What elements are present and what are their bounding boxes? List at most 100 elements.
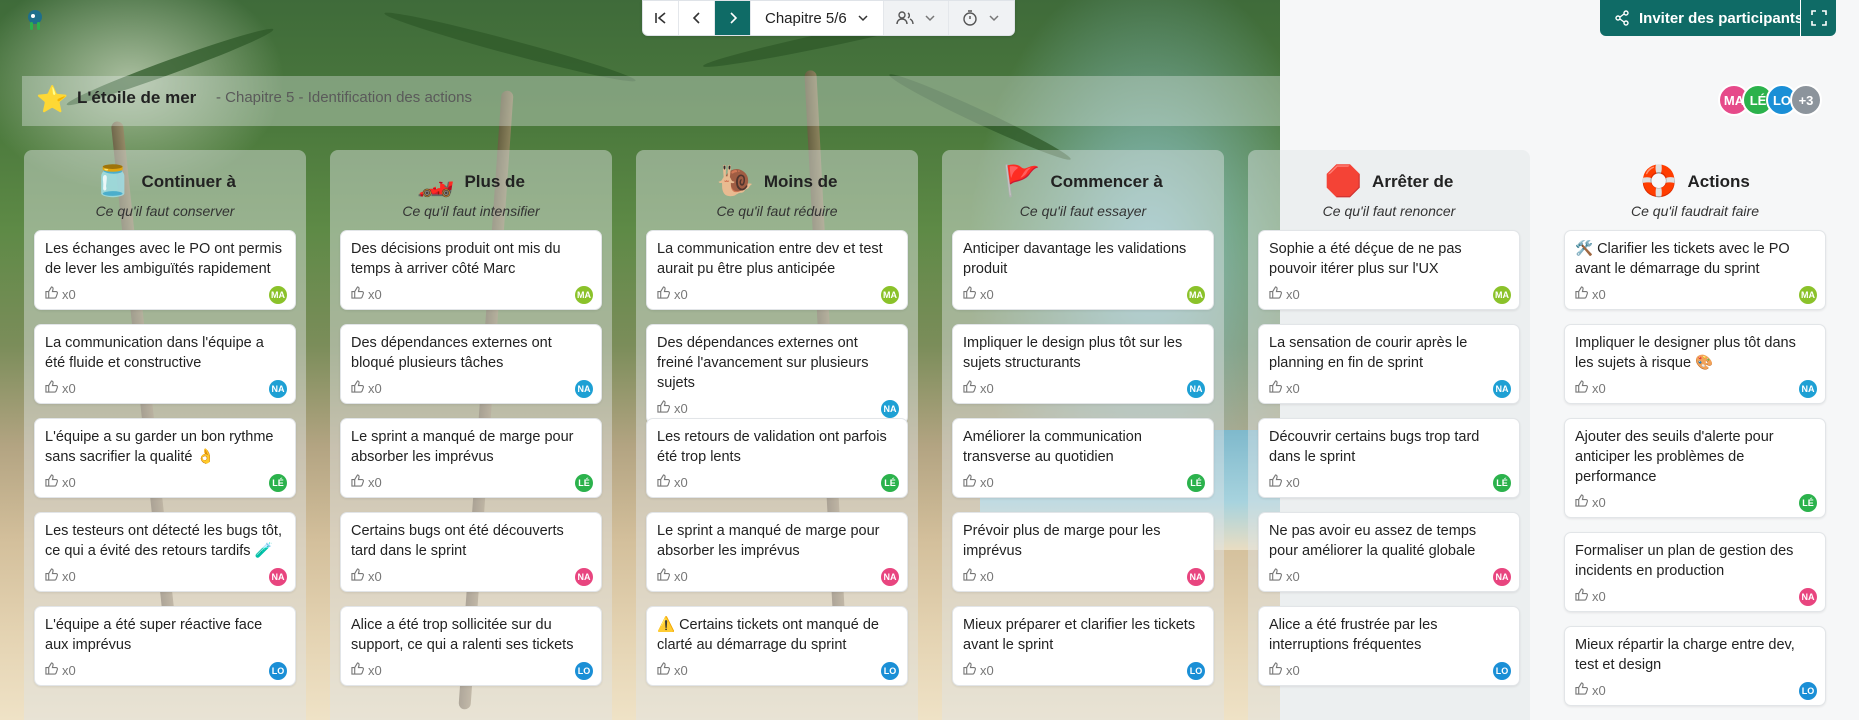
like-button[interactable]: x0 — [657, 473, 693, 491]
card[interactable]: Améliorer la communication transverse au… — [952, 418, 1214, 498]
card[interactable]: Certains bugs ont été découverts tard da… — [340, 512, 602, 592]
card-text: Alice a été frustrée par les interruptio… — [1269, 617, 1438, 653]
like-button[interactable]: x0 — [1269, 473, 1305, 491]
like-button[interactable]: x0 — [657, 399, 693, 417]
like-button[interactable]: x0 — [1575, 493, 1611, 511]
like-count: x0 — [980, 474, 994, 490]
card[interactable]: Les échanges avec le PO ont permis de le… — [34, 230, 296, 310]
like-button[interactable]: x0 — [1575, 285, 1611, 303]
card[interactable]: Ne pas avoir eu assez de temps pour amél… — [1258, 512, 1520, 592]
card[interactable]: Alice a été trop sollicitée sur du suppo… — [340, 606, 602, 686]
card[interactable]: Découvrir certains bugs trop tard dans l… — [1258, 418, 1520, 498]
like-count: x0 — [674, 474, 688, 490]
card-footer: x0 LÉ — [1575, 487, 1817, 517]
like-button[interactable]: x0 — [1269, 379, 1305, 397]
card[interactable]: Le sprint a manqué de marge pour absorbe… — [340, 418, 602, 498]
card[interactable]: Le sprint a manqué de marge pour absorbe… — [646, 512, 908, 592]
like-button[interactable]: x0 — [1269, 661, 1305, 679]
chapter-select[interactable]: Chapitre 5/6 — [751, 1, 884, 35]
like-button[interactable]: x0 — [351, 473, 387, 491]
like-button[interactable]: x0 — [657, 285, 693, 303]
card-author-avatar: LO — [1187, 662, 1205, 680]
share-icon — [1615, 10, 1629, 26]
card[interactable]: Prévoir plus de marge pour les imprévus x… — [952, 512, 1214, 592]
participant-avatars[interactable]: MA LÉ LO +3 — [1718, 84, 1822, 116]
card[interactable]: Des décisions produit ont mis du temps à… — [340, 230, 602, 310]
card[interactable]: 🛠️ Clarifier les tickets avec le PO avan… — [1564, 230, 1826, 310]
like-button[interactable]: x0 — [351, 567, 387, 585]
card[interactable]: Mieux préparer et clarifier les tickets … — [952, 606, 1214, 686]
card[interactable]: L'équipe a été super réactive face aux i… — [34, 606, 296, 686]
like-button[interactable]: x0 — [45, 661, 81, 679]
like-count: x0 — [1592, 588, 1606, 604]
card[interactable]: Les retours de validation ont parfois ét… — [646, 418, 908, 498]
like-button[interactable]: x0 — [45, 567, 81, 585]
card[interactable]: ⚠️ Certains tickets ont manqué de clarté… — [646, 606, 908, 686]
card[interactable]: La communication entre dev et test aurai… — [646, 230, 908, 310]
like-button[interactable]: x0 — [45, 379, 81, 397]
invite-participants-button[interactable]: Inviter des participants — [1600, 0, 1822, 36]
card[interactable]: Mieux répartir la charge entre dev, test… — [1564, 626, 1826, 706]
thumbs-up-icon — [45, 474, 58, 490]
more-participants-badge[interactable]: +3 — [1790, 84, 1822, 116]
column-2: 🐌 Moins de Ce qu'il faut réduire La communi… — [636, 150, 918, 720]
like-button[interactable]: x0 — [351, 285, 387, 303]
like-button[interactable]: x0 — [963, 379, 999, 397]
octopus-logo[interactable] — [24, 8, 46, 32]
thumbs-up-icon — [45, 662, 58, 678]
card[interactable]: Formaliser un plan de gestion des incide… — [1564, 532, 1826, 612]
column-header: 🫙 Continuer à — [24, 162, 306, 202]
card[interactable]: Alice a été frustrée par les interruptio… — [1258, 606, 1520, 686]
thumbs-up-icon — [1575, 494, 1588, 510]
card[interactable]: Impliquer le designer plus tôt dans les … — [1564, 324, 1826, 404]
like-count: x0 — [1592, 380, 1606, 396]
card[interactable]: Impliquer le design plus tôt sur les suj… — [952, 324, 1214, 404]
like-button[interactable]: x0 — [351, 379, 387, 397]
card[interactable]: Sophie a été déçue de ne pas pouvoir ité… — [1258, 230, 1520, 310]
like-button[interactable]: x0 — [1269, 567, 1305, 585]
previous-chapter-button[interactable] — [679, 1, 715, 35]
like-button[interactable]: x0 — [657, 567, 693, 585]
like-count: x0 — [1286, 380, 1300, 396]
card[interactable]: Des dépendances externes ont freiné l'av… — [646, 324, 908, 424]
like-button[interactable]: x0 — [351, 661, 387, 679]
participants-dropdown[interactable] — [883, 1, 949, 35]
column-title: Plus de — [464, 172, 525, 191]
session-subtitle: - Chapitre 5 - Identification des action… — [216, 89, 472, 106]
like-button[interactable]: x0 — [963, 473, 999, 491]
like-button[interactable]: x0 — [1575, 681, 1611, 699]
thumbs-up-icon — [963, 568, 976, 584]
first-page-icon — [654, 12, 666, 24]
like-count: x0 — [674, 286, 688, 302]
chevron-down-icon — [925, 15, 935, 22]
card-author-avatar: MA — [575, 286, 593, 304]
card[interactable]: Des dépendances externes ont bloqué plus… — [340, 324, 602, 404]
card[interactable]: Les testeurs ont détecté les bugs tôt, c… — [34, 512, 296, 592]
like-button[interactable]: x0 — [657, 661, 693, 679]
like-button[interactable]: x0 — [45, 285, 81, 303]
card-footer: x0 MA — [657, 279, 899, 309]
card-text: Mieux préparer et clarifier les tickets … — [963, 617, 1196, 653]
like-button[interactable]: x0 — [45, 473, 81, 491]
like-button[interactable]: x0 — [1575, 379, 1611, 397]
like-button[interactable]: x0 — [963, 661, 999, 679]
thumbs-up-icon — [1269, 474, 1282, 490]
card[interactable]: L'équipe a su garder un bon rythme sans … — [34, 418, 296, 498]
first-chapter-button[interactable] — [643, 1, 679, 35]
like-button[interactable]: x0 — [963, 285, 999, 303]
next-chapter-button[interactable] — [715, 1, 751, 35]
timer-dropdown[interactable] — [948, 1, 1014, 35]
card-text: La communication entre dev et test aurai… — [657, 241, 883, 277]
card[interactable]: La sensation de courir après le planning… — [1258, 324, 1520, 404]
like-button[interactable]: x0 — [1269, 285, 1305, 303]
fullscreen-button[interactable] — [1800, 0, 1836, 36]
like-count: x0 — [368, 380, 382, 396]
card[interactable]: Anticiper davantage les validations prod… — [952, 230, 1214, 310]
like-button[interactable]: x0 — [1575, 587, 1611, 605]
card[interactable]: La communication dans l'équipe a été flu… — [34, 324, 296, 404]
like-count: x0 — [1286, 568, 1300, 584]
card-text: Les testeurs ont détecté les bugs tôt, c… — [45, 523, 282, 559]
card[interactable]: Ajouter des seuils d'alerte pour anticip… — [1564, 418, 1826, 518]
like-button[interactable]: x0 — [963, 567, 999, 585]
column-0: 🫙 Continuer à Ce qu'il faut conserver Les é… — [24, 150, 306, 720]
